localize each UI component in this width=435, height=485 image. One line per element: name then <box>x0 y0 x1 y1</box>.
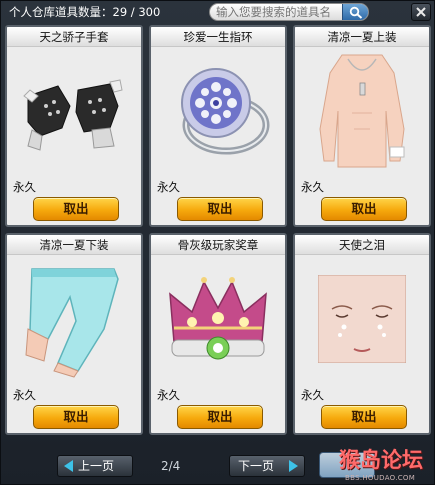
take-out-button[interactable]: 取出 <box>177 197 263 221</box>
item-image <box>300 257 424 381</box>
item-title: 清凉一夏下装 <box>7 235 141 255</box>
item-duration: 永久 <box>157 180 180 194</box>
fingerless-gloves-icon <box>23 79 123 151</box>
item-duration: 永久 <box>13 388 36 402</box>
search-box <box>209 3 369 21</box>
item-duration: 永久 <box>301 180 324 194</box>
item-card: 骨灰级玩家奖章 永久 取出 <box>149 233 287 435</box>
item-image <box>156 257 280 381</box>
prev-page-label: 上一页 <box>78 459 115 473</box>
arrow-left-icon <box>64 460 73 472</box>
angel-tears-face-icon <box>318 275 406 363</box>
next-page-button[interactable]: 下一页 <box>229 455 305 477</box>
search-button[interactable] <box>342 4 368 20</box>
crown-medal-icon <box>169 277 267 360</box>
warehouse-panel: 个人仓库道具数量：29 / 300 天之骄子手套 <box>0 0 435 485</box>
item-card: 清凉一夏下装 永久 取出 <box>5 233 143 435</box>
take-out-button[interactable]: 取出 <box>321 405 407 429</box>
close-icon <box>416 7 426 17</box>
item-title: 清凉一夏上装 <box>295 27 429 47</box>
watermark-url: BBS.HOUDAO.COM <box>345 474 416 482</box>
take-out-button[interactable]: 取出 <box>33 197 119 221</box>
item-title: 天使之泪 <box>295 235 429 255</box>
item-title: 骨灰级玩家奖章 <box>151 235 285 255</box>
item-title: 珍爱一生指环 <box>151 27 285 47</box>
item-image <box>156 49 280 173</box>
arrow-right-icon <box>289 460 298 472</box>
item-duration: 永久 <box>13 180 36 194</box>
item-image <box>12 49 136 173</box>
item-grid: 天之骄子手套 永久 取出 珍爱一生指环 永久 取出 清凉一夏上装 永久 取出 清… <box>4 25 434 445</box>
item-card: 清凉一夏上装 永久 取出 <box>293 25 431 227</box>
item-count-label: 个人仓库道具数量：29 / 300 <box>9 5 161 19</box>
search-icon <box>349 6 362 19</box>
take-out-button[interactable]: 取出 <box>177 405 263 429</box>
header-bar: 个人仓库道具数量：29 / 300 <box>1 1 435 23</box>
page-indicator: 2/4 <box>161 459 181 473</box>
diamond-ring-icon <box>181 68 270 155</box>
item-card: 天之骄子手套 永久 取出 <box>5 25 143 227</box>
item-card: 珍爱一生指环 永久 取出 <box>149 25 287 227</box>
pagination-bar: 上一页 2/4 下一页 猴岛论坛 BBS.HOUDAO.COM <box>1 447 435 485</box>
close-button[interactable] <box>411 3 431 21</box>
item-title: 天之骄子手套 <box>7 27 141 47</box>
item-card: 天使之泪 永久 取出 <box>293 233 431 435</box>
prev-page-button[interactable]: 上一页 <box>57 455 133 477</box>
take-out-button[interactable]: 取出 <box>321 197 407 221</box>
item-duration: 永久 <box>301 388 324 402</box>
take-out-button[interactable]: 取出 <box>33 405 119 429</box>
item-image <box>300 49 424 173</box>
cyan-pants-icon <box>25 268 119 378</box>
next-page-label: 下一页 <box>238 459 275 473</box>
item-image <box>12 257 136 381</box>
item-duration: 永久 <box>157 388 180 402</box>
search-input[interactable] <box>216 4 344 20</box>
bare-torso-top-icon <box>319 54 405 168</box>
